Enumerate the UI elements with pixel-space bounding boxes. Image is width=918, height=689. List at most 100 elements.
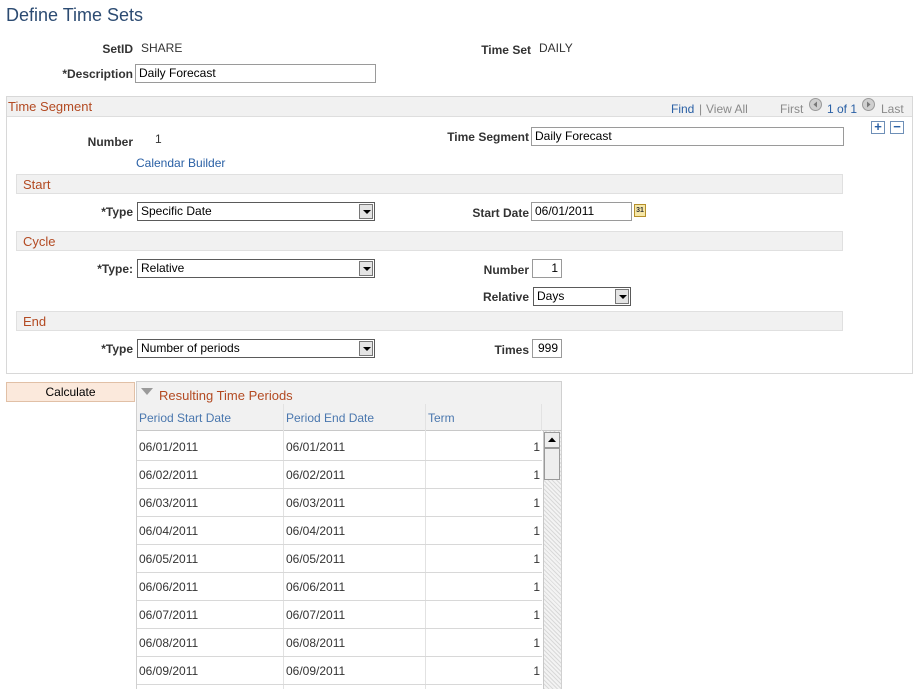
time-segment-title: Time Segment	[8, 99, 93, 114]
calculate-button[interactable]: Calculate	[6, 382, 135, 402]
table-row	[137, 544, 542, 545]
time-segment-header	[7, 97, 912, 117]
cycle-type-select[interactable]: Relative	[137, 259, 375, 278]
cycle-type-label: *Type:	[97, 262, 133, 276]
end-type-select[interactable]: Number of periods	[137, 339, 375, 358]
time-segment-label: Time Segment	[447, 130, 529, 144]
table-row	[137, 656, 542, 657]
cycle-number-input[interactable]: 1	[532, 259, 562, 278]
setid-label: SetID	[102, 42, 133, 56]
start-type-value: Specific Date	[141, 204, 212, 218]
next-arrow-icon[interactable]	[862, 98, 875, 111]
row-3-start: 06/03/2011	[139, 496, 199, 510]
times-label: Times	[494, 343, 529, 357]
row-9-start: 06/09/2011	[139, 664, 199, 678]
row-4-start: 06/04/2011	[139, 524, 199, 538]
end-subheader	[16, 311, 843, 331]
row-4-term: 1	[533, 524, 540, 538]
timeset-value: DAILY	[539, 41, 573, 55]
page-title: Define Time Sets	[6, 5, 144, 25]
results-title: Resulting Time Periods	[159, 388, 293, 403]
column-period-end[interactable]: Period End Date	[286, 411, 374, 425]
row-3-term: 1	[533, 496, 540, 510]
time-segment-input[interactable]: Daily Forecast	[531, 127, 844, 146]
start-date-label: Start Date	[472, 206, 529, 220]
end-type-label: *Type	[101, 342, 133, 356]
row-7-term: 1	[533, 608, 540, 622]
relative-select[interactable]: Days	[533, 287, 631, 306]
cycle-title: Cycle	[23, 234, 56, 249]
row-6-end: 06/06/2011	[286, 580, 346, 594]
column-term[interactable]: Term	[428, 411, 455, 425]
table-row	[137, 628, 542, 629]
calendar-builder-link[interactable]: Calendar Builder	[136, 156, 225, 170]
row-9-term: 1	[533, 664, 540, 678]
start-subheader	[16, 174, 843, 194]
calendar-icon[interactable]: 31	[634, 204, 646, 217]
row-count: 1 of 1	[827, 102, 858, 116]
table-row	[137, 600, 542, 601]
row-7-end: 06/07/2011	[286, 608, 346, 622]
row-8-term: 1	[533, 636, 540, 650]
table-row	[137, 488, 542, 489]
arrow-up-icon	[548, 437, 556, 442]
cycle-number-label: Number	[483, 263, 529, 277]
row-9-end: 06/09/2011	[286, 664, 346, 678]
cycle-type-value: Relative	[141, 261, 185, 275]
table-row	[137, 516, 542, 517]
row-7-start: 06/07/2011	[139, 608, 199, 622]
row-5-start: 06/05/2011	[139, 552, 199, 566]
row-5-end: 06/05/2011	[286, 552, 346, 566]
start-type-label: *Type	[101, 205, 133, 219]
column-divider	[283, 404, 284, 689]
nav-separator: |	[699, 102, 703, 116]
table-row	[137, 460, 542, 461]
dropdown-arrow-icon[interactable]	[359, 341, 373, 356]
times-input[interactable]: 999	[532, 339, 562, 358]
row-8-end: 06/08/2011	[286, 636, 346, 650]
setid-value: SHARE	[141, 41, 183, 55]
timeset-label: Time Set	[481, 43, 531, 57]
relative-label: Relative	[482, 290, 529, 304]
row-3-end: 06/03/2011	[286, 496, 346, 510]
start-date-input[interactable]: 06/01/2011	[531, 202, 632, 221]
row-6-start: 06/06/2011	[139, 580, 199, 594]
start-type-select[interactable]: Specific Date	[137, 202, 375, 221]
add-row-button[interactable]: +	[871, 120, 885, 134]
column-period-start[interactable]: Period Start Date	[139, 411, 231, 425]
row-2-start: 06/02/2011	[139, 468, 199, 482]
description-input[interactable]: Daily Forecast	[135, 64, 376, 83]
table-row	[137, 684, 542, 685]
row-1-start: 06/01/2011	[139, 440, 199, 454]
relative-value: Days	[537, 289, 565, 303]
number-label: Number	[87, 135, 133, 149]
find-link[interactable]: Find	[671, 102, 694, 116]
collapse-triangle-icon[interactable]	[141, 388, 153, 395]
remove-row-button[interactable]: −	[890, 120, 904, 134]
row-5-term: 1	[533, 552, 540, 566]
cycle-subheader	[16, 231, 843, 251]
first-link[interactable]: First	[780, 102, 803, 116]
description-label: *Description	[62, 67, 133, 81]
row-1-term: 1	[533, 440, 540, 454]
view-all-link[interactable]: View All	[706, 102, 748, 116]
previous-arrow-icon[interactable]	[809, 98, 822, 111]
dropdown-arrow-icon[interactable]	[615, 289, 629, 304]
column-divider	[425, 404, 426, 689]
table-row	[137, 572, 542, 573]
scroll-up-button[interactable]	[544, 432, 560, 448]
last-link[interactable]: Last	[881, 102, 904, 116]
row-2-term: 1	[533, 468, 540, 482]
number-value: 1	[155, 132, 162, 146]
row-2-end: 06/02/2011	[286, 468, 346, 482]
scroll-thumb[interactable]	[544, 448, 560, 480]
row-8-start: 06/08/2011	[139, 636, 199, 650]
dropdown-arrow-icon[interactable]	[359, 204, 373, 219]
row-4-end: 06/04/2011	[286, 524, 346, 538]
start-title: Start	[23, 177, 51, 192]
end-title: End	[23, 314, 47, 329]
column-divider	[541, 404, 542, 431]
row-6-term: 1	[533, 580, 540, 594]
row-1-end: 06/01/2011	[286, 440, 346, 454]
dropdown-arrow-icon[interactable]	[359, 261, 373, 276]
